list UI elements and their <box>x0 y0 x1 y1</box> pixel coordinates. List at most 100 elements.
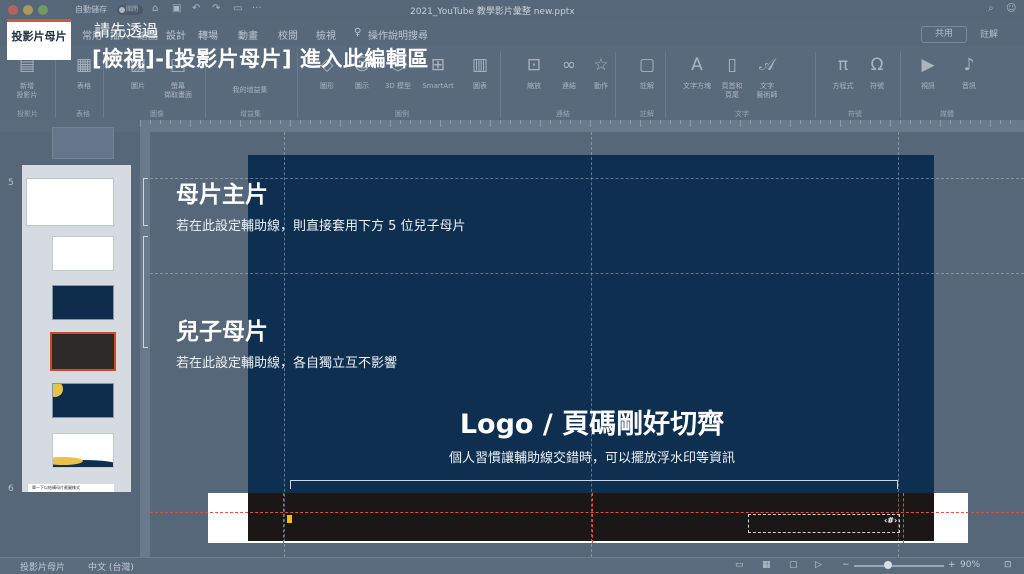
ruler-tick <box>390 120 391 127</box>
textbox-icon[interactable]: A <box>680 55 714 75</box>
ruler-tick <box>460 120 461 124</box>
tell-me-search[interactable]: 操作說明搜尋 <box>368 27 428 42</box>
audio-label[interactable]: 音訊 <box>939 82 999 91</box>
minimize-window-button[interactable] <box>23 5 33 15</box>
ruler-tick <box>680 120 681 124</box>
normal-view-icon[interactable]: ▭ <box>735 560 744 570</box>
more-icon[interactable]: ··· <box>252 3 262 14</box>
share-button[interactable]: 共用 <box>921 26 967 43</box>
reading-view-icon[interactable]: ▢ <box>789 560 798 570</box>
tab-design[interactable]: 設計 <box>166 27 186 42</box>
footer-brace <box>290 480 898 489</box>
comments-button[interactable]: 註解 <box>980 27 998 40</box>
guide-line[interactable] <box>150 178 1024 179</box>
group-illustrations: 圖例 <box>395 110 409 118</box>
ruler-tick <box>170 120 171 124</box>
home-icon[interactable]: ⌂ <box>152 3 158 14</box>
slide-master-badge: 投影片母片 <box>7 19 71 60</box>
ruler-tick <box>920 120 921 124</box>
fit-to-window-icon[interactable]: ⊡ <box>1004 560 1012 570</box>
footer-guide-line[interactable] <box>283 493 284 543</box>
zoom-in-icon[interactable]: + <box>948 560 956 570</box>
search-icon[interactable]: ⌕ <box>988 3 994 14</box>
footer-guide-line[interactable] <box>903 493 904 543</box>
footer-guide-line[interactable] <box>150 512 1024 513</box>
page-number-placeholder[interactable] <box>748 514 900 533</box>
save-icon[interactable]: ▣ <box>172 3 181 14</box>
close-window-button[interactable] <box>8 5 18 15</box>
zoom-window-button[interactable] <box>38 5 48 15</box>
horizontal-ruler <box>140 120 1024 132</box>
ruler-tick <box>250 120 251 124</box>
ruler-tick <box>850 120 851 124</box>
ruler-tick <box>450 120 451 124</box>
ruler-tick <box>240 120 241 127</box>
thumbnail-layout[interactable] <box>52 285 114 320</box>
chart-label[interactable]: 圖表 <box>450 82 510 91</box>
sorter-view-icon[interactable]: ▦ <box>762 560 771 570</box>
guide-line[interactable] <box>898 132 899 557</box>
autosave-toggle[interactable]: 關閉 <box>117 5 143 15</box>
ruler-tick <box>630 120 631 124</box>
audio-icon[interactable]: ♪ <box>952 55 986 75</box>
group-media: 媒體 <box>940 110 954 118</box>
comment-icon[interactable]: ▢ <box>630 55 664 75</box>
ruler-tick <box>820 120 821 124</box>
screenshot-label[interactable]: 螢幕 擷取畫面 <box>148 82 208 100</box>
redo-icon[interactable]: ↷ <box>212 3 220 14</box>
hint-line-2: [檢視]-[投影片母片] 進入此編輯區 <box>92 47 429 71</box>
thumbnail-master[interactable] <box>26 178 114 226</box>
ruler-tick <box>410 120 411 124</box>
guide-line[interactable] <box>284 132 285 557</box>
user-icon[interactable]: ☺ <box>1006 3 1016 14</box>
ruler-tick <box>990 120 991 127</box>
ruler-tick <box>350 120 351 124</box>
tab-animations[interactable]: 動畫 <box>238 27 258 42</box>
ruler-tick <box>700 120 701 124</box>
action-icon[interactable]: ☆ <box>584 55 618 75</box>
footer-guide-line[interactable] <box>592 493 593 543</box>
zoom-level[interactable]: 90% <box>960 560 980 570</box>
ruler-tick <box>160 120 161 124</box>
tab-view[interactable]: 檢視 <box>316 27 336 42</box>
addins-label[interactable]: 我的增益集 <box>210 86 290 95</box>
thumbnail-layout[interactable]: 單一下以結構母片截圖樣式 <box>28 484 114 492</box>
slideshow-icon[interactable]: ▷ <box>815 560 822 570</box>
ribbon-divider <box>500 52 501 118</box>
logo-mark-icon[interactable] <box>287 515 292 523</box>
ruler-tick <box>730 120 731 124</box>
ruler-tick <box>900 120 901 124</box>
wordart-icon[interactable]: 𝒜 <box>750 55 784 75</box>
ruler-tick <box>530 120 531 124</box>
ruler-tick <box>770 120 771 124</box>
header-footer-icon[interactable]: ▯ <box>715 55 749 75</box>
present-icon[interactable]: ▭ <box>233 3 242 14</box>
tell-me-icon[interactable]: ♀ <box>354 27 361 38</box>
thumbnail-layout[interactable] <box>52 236 114 271</box>
ribbon-divider <box>615 52 616 118</box>
ruler-tick <box>360 120 361 124</box>
tab-review[interactable]: 校閱 <box>278 27 298 42</box>
guide-line[interactable] <box>150 273 1024 274</box>
thumbnail-layout-selected[interactable] <box>50 332 116 371</box>
layout-thumbnail-partial[interactable] <box>52 127 114 159</box>
table-label[interactable]: 表格 <box>54 82 114 91</box>
wordart-label[interactable]: 文字 藝術師 <box>737 82 797 100</box>
status-language[interactable]: 中文 (台灣) <box>88 560 134 573</box>
ruler-tick <box>590 120 591 127</box>
zoom-out-icon[interactable]: − <box>842 560 850 570</box>
ruler-tick <box>310 120 311 124</box>
zoom-icon[interactable]: ⊡ <box>517 55 551 75</box>
equation-icon[interactable]: π <box>826 55 860 75</box>
zoom-slider-thumb[interactable] <box>884 561 892 569</box>
link-icon[interactable]: ∞ <box>552 55 586 75</box>
chart-icon[interactable]: ▥ <box>463 55 497 75</box>
new-slide-label[interactable]: 新增 投影片 <box>0 82 57 100</box>
video-icon[interactable]: ▶ <box>911 55 945 75</box>
symbol-icon[interactable]: Ω <box>860 55 894 75</box>
ruler-tick <box>690 120 691 127</box>
zoom-slider[interactable] <box>854 565 944 567</box>
tab-transitions[interactable]: 轉場 <box>198 27 218 42</box>
ruler-tick <box>910 120 911 124</box>
undo-icon[interactable]: ↶ <box>192 3 200 14</box>
